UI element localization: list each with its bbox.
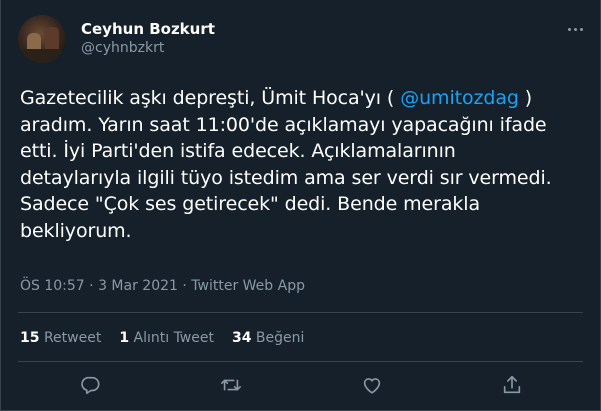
- tweet-segment: ): [518, 87, 533, 109]
- retweet-icon[interactable]: [220, 374, 242, 396]
- mention-link[interactable]: @umitozdag: [400, 87, 519, 109]
- likes-stat[interactable]: 34 Beğeni: [232, 330, 304, 346]
- likes-label: Beğeni: [255, 330, 305, 346]
- author-name[interactable]: Ceyhun Bozkurt: [81, 19, 215, 39]
- tweet-segment: Gazetecilik aşkı depreşti, Ümit Hoca'yı …: [20, 87, 401, 109]
- tweet-line: detaylarıyla ilgili tüyo istedim ama ser…: [20, 166, 552, 189]
- retweets-count: 15: [20, 330, 40, 346]
- tweet-actions: [1, 370, 601, 400]
- retweets-stat[interactable]: 15 Retweet: [20, 330, 101, 346]
- more-horizontal-icon[interactable]: [564, 20, 588, 40]
- share-icon[interactable]: [501, 374, 523, 396]
- tweet-time[interactable]: ÖS 10:57: [20, 278, 85, 294]
- quotes-count: 1: [119, 330, 130, 346]
- tweet-line: aradım. Yarın saat 11:00'de açıklamayı y…: [20, 113, 547, 136]
- quotes-label: Alıntı Tweet: [133, 330, 214, 346]
- avatar-table: [22, 49, 62, 63]
- tweet-line: bekliyorum.: [20, 219, 132, 242]
- like-icon[interactable]: [361, 374, 383, 396]
- tweet-line: Sadece "Çok ses getirecek" dedi. Bende m…: [20, 193, 481, 215]
- tweet-line: Gazetecilik aşkı depreşti, Ümit Hoca'yı …: [20, 85, 590, 112]
- divider: [18, 361, 583, 362]
- tweet-line: etti. İyi Parti'den istifa edecek. Açıkl…: [20, 140, 456, 162]
- meta-separator: ·: [84, 278, 99, 294]
- author-handle[interactable]: @cyhnbzkrt: [81, 39, 164, 57]
- divider: [18, 312, 583, 313]
- tweet-stats: 15 Retweet 1 Alıntı Tweet 34 Beğeni: [20, 328, 304, 348]
- tweet-date[interactable]: 3 Mar 2021: [98, 278, 178, 294]
- reply-icon[interactable]: [79, 374, 101, 396]
- likes-count: 34: [231, 330, 252, 346]
- quotes-stat[interactable]: 1 Alıntı Tweet: [119, 330, 214, 346]
- tweet-text: Gazetecilik aşkı depreşti, Ümit Hoca'yı …: [20, 85, 590, 244]
- tweet-card: Ceyhun Bozkurt @cyhnbzkrt Gazetecilik aş…: [0, 0, 601, 411]
- meta-separator: ·: [177, 278, 192, 294]
- retweets-label: Retweet: [43, 330, 102, 346]
- tweet-meta: ÖS 10:57 · 3 Mar 2021 · Twitter Web App: [20, 276, 305, 296]
- tweet-source[interactable]: Twitter Web App: [191, 278, 305, 294]
- avatar[interactable]: [18, 15, 66, 63]
